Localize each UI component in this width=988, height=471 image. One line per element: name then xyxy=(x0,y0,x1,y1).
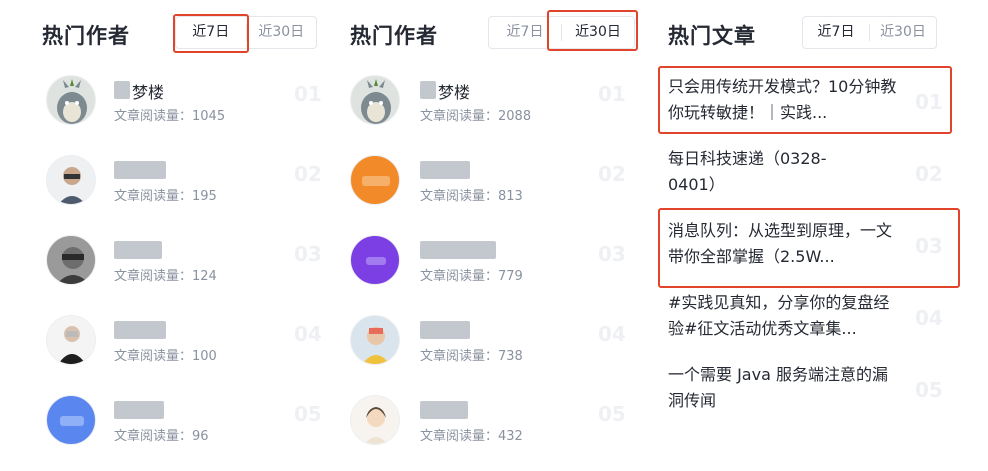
panel-title: 热门作者 xyxy=(42,24,130,48)
article-title[interactable]: 每日科技速递（0328-0401） xyxy=(668,146,858,198)
rank-number: 01 xyxy=(598,82,626,106)
read-count: 文章阅读量：2088 xyxy=(420,109,532,124)
rank-number: 03 xyxy=(294,242,322,266)
tab-7-days[interactable]: 近7日 xyxy=(489,17,561,48)
author-item[interactable]: 文章阅读量：738 04 xyxy=(330,310,650,370)
rank-number: 05 xyxy=(598,402,626,426)
read-count: 文章阅读量：779 xyxy=(420,269,523,284)
hot-authors-30d-panel: 热门作者 近7日 近30日 梦楼 文章阅读量：2088 01 文章阅读量：813… xyxy=(330,0,650,471)
article-item[interactable]: 只会用传统开发模式？10分钟教你玩转敏捷！｜实践... 01 xyxy=(650,74,988,130)
article-item[interactable]: 一个需要 Java 服务端注意的漏洞传闻 05 xyxy=(650,362,988,418)
panel-title: 热门文章 xyxy=(668,24,756,48)
author-item[interactable]: 梦楼 文章阅读量：1045 01 xyxy=(0,70,330,130)
author-item[interactable]: 文章阅读量：813 02 xyxy=(330,150,650,210)
article-item[interactable]: #实践见真知，分享你的复盘经验#征文活动优秀文章集... 04 xyxy=(650,290,988,346)
author-item[interactable]: 文章阅读量：195 02 xyxy=(0,150,330,210)
article-title[interactable]: 消息队列：从选型到原理，一文带你全部掌握（2.5W... xyxy=(668,218,903,270)
author-item[interactable]: 梦楼 文章阅读量：2088 01 xyxy=(330,70,650,130)
rank-number: 04 xyxy=(915,306,943,330)
read-count: 文章阅读量：100 xyxy=(114,349,217,364)
read-count: 文章阅读量：195 xyxy=(114,189,217,204)
rank-number: 01 xyxy=(915,90,943,114)
read-count: 文章阅读量：432 xyxy=(420,429,523,444)
read-count: 文章阅读量：124 xyxy=(114,269,217,284)
author-item[interactable]: 文章阅读量：96 05 xyxy=(0,390,330,450)
avatar xyxy=(350,395,400,445)
author-item[interactable]: 文章阅读量：100 04 xyxy=(0,310,330,370)
article-title[interactable]: #实践见真知，分享你的复盘经验#征文活动优秀文章集... xyxy=(668,290,903,342)
author-item[interactable]: 文章阅读量：124 03 xyxy=(0,230,330,290)
article-item[interactable]: 消息队列：从选型到原理，一文带你全部掌握（2.5W... 03 xyxy=(650,218,988,274)
article-title[interactable]: 一个需要 Java 服务端注意的漏洞传闻 xyxy=(668,362,893,414)
author-item[interactable]: 文章阅读量：779 03 xyxy=(330,230,650,290)
redacted-avatar-mark xyxy=(114,81,130,99)
period-toggle: 近7日 近30日 xyxy=(802,16,937,49)
rank-number: 03 xyxy=(915,234,943,258)
redacted-name[interactable] xyxy=(420,321,470,339)
avatar xyxy=(46,315,96,365)
article-title[interactable]: 只会用传统开发模式？10分钟教你玩转敏捷！｜实践... xyxy=(668,74,903,126)
author-item[interactable]: 文章阅读量：432 05 xyxy=(330,390,650,450)
avatar xyxy=(350,155,400,205)
rank-number: 05 xyxy=(294,402,322,426)
rank-number: 02 xyxy=(598,162,626,186)
rank-number: 02 xyxy=(915,162,943,186)
redacted-name[interactable] xyxy=(114,161,166,179)
tab-30-days[interactable]: 近30日 xyxy=(562,17,634,48)
rank-number: 05 xyxy=(915,378,943,402)
rank-number: 02 xyxy=(294,162,322,186)
rank-number: 04 xyxy=(598,322,626,346)
avatar xyxy=(46,155,96,205)
redacted-name[interactable] xyxy=(114,401,164,419)
article-item[interactable]: 每日科技速递（0328-0401） 02 xyxy=(650,146,988,202)
tab-30-days[interactable]: 近30日 xyxy=(247,17,317,48)
period-toggle: 近7日 近30日 xyxy=(175,16,317,49)
avatar xyxy=(46,75,96,125)
hot-authors-7d-panel: 热门作者 近7日 近30日 梦楼 文章阅读量：1045 01 文章阅读量：195… xyxy=(0,0,330,471)
read-count: 文章阅读量：96 xyxy=(114,429,209,444)
redacted-name[interactable] xyxy=(114,321,166,339)
tab-7-days[interactable]: 近7日 xyxy=(803,17,869,48)
redacted-name[interactable] xyxy=(420,401,468,419)
hot-articles-panel: 热门文章 近7日 近30日 只会用传统开发模式？10分钟教你玩转敏捷！｜实践..… xyxy=(650,0,988,471)
panel-title: 热门作者 xyxy=(350,24,438,48)
redacted-name[interactable] xyxy=(420,161,470,179)
tab-7-days[interactable]: 近7日 xyxy=(176,17,246,48)
avatar xyxy=(350,75,400,125)
avatar xyxy=(350,315,400,365)
avatar xyxy=(46,235,96,285)
redacted-name[interactable] xyxy=(420,241,496,259)
read-count: 文章阅读量：738 xyxy=(420,349,523,364)
redacted-name[interactable] xyxy=(114,241,162,259)
period-toggle: 近7日 近30日 xyxy=(488,16,635,49)
tab-30-days[interactable]: 近30日 xyxy=(870,17,936,48)
rank-number: 01 xyxy=(294,82,322,106)
read-count: 文章阅读量：1045 xyxy=(114,109,226,124)
redacted-avatar-mark xyxy=(420,81,436,99)
avatar xyxy=(46,395,96,445)
rank-number: 03 xyxy=(598,242,626,266)
read-count: 文章阅读量：813 xyxy=(420,189,523,204)
rank-number: 04 xyxy=(294,322,322,346)
avatar xyxy=(350,235,400,285)
